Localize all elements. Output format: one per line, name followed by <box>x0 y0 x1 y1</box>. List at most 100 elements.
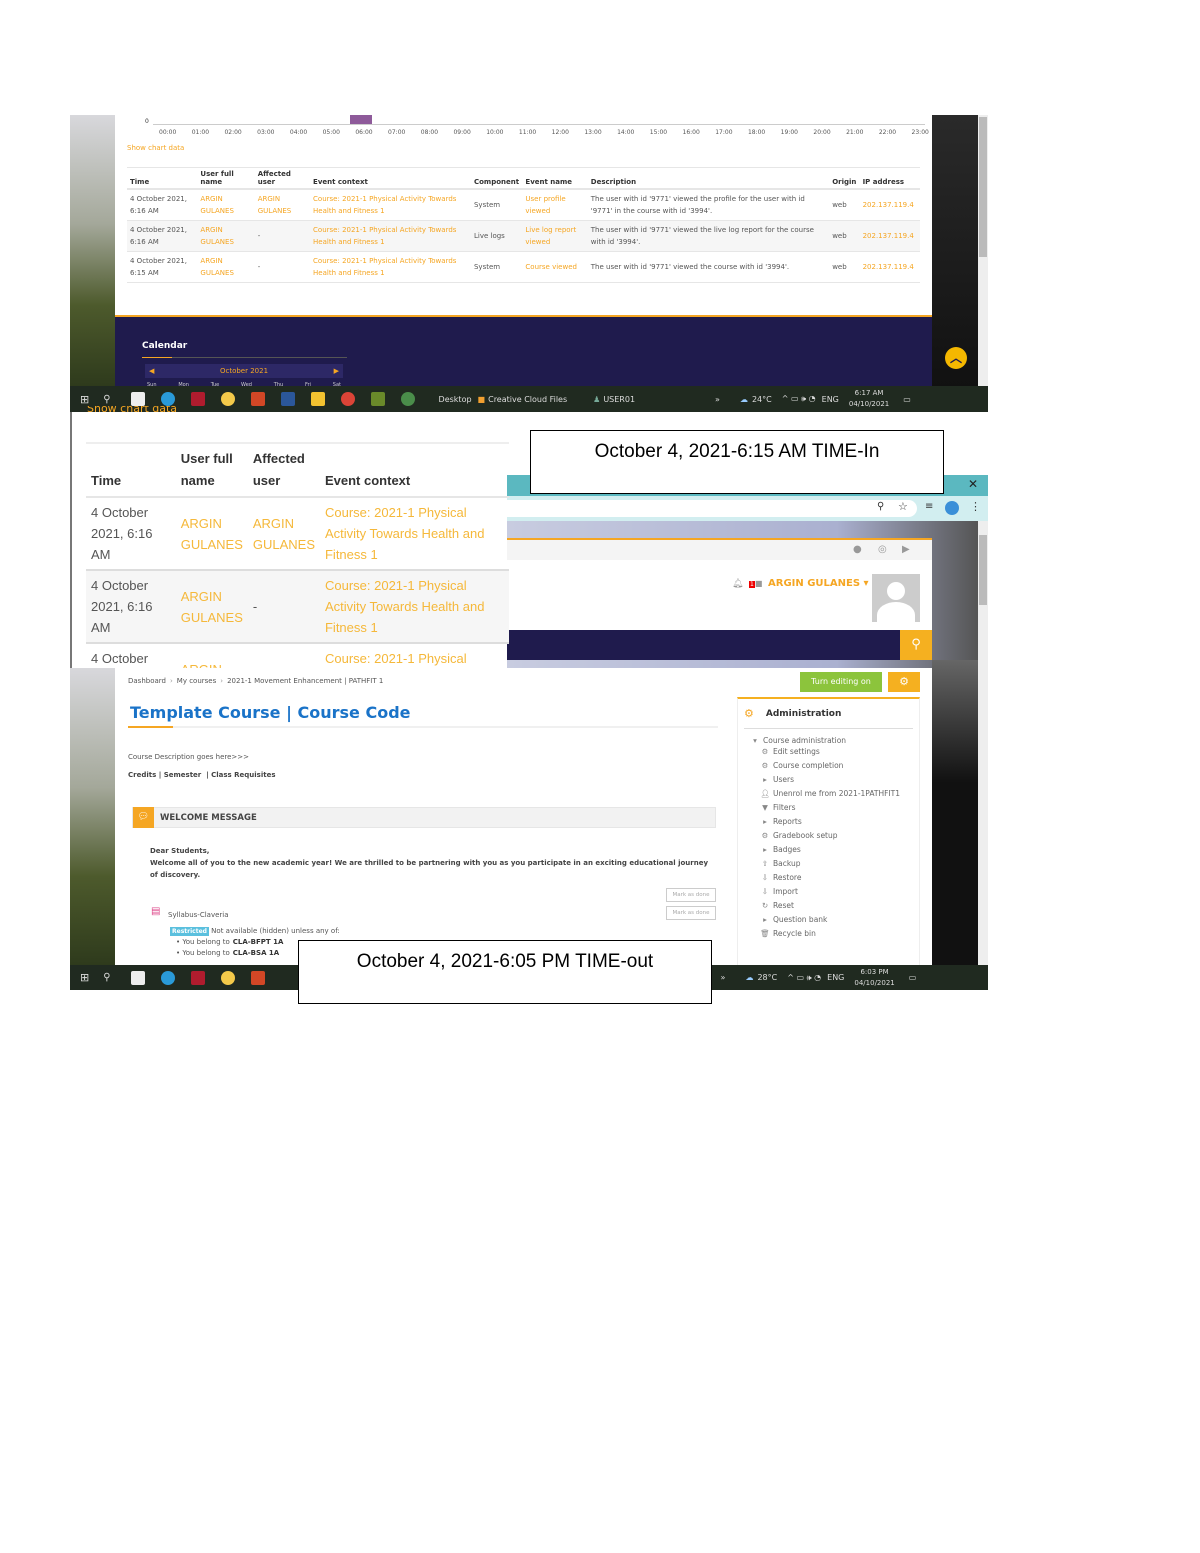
admin-item-course-completion[interactable]: ⚙ Course completion <box>760 759 919 773</box>
close-window-button[interactable]: ✕ <box>968 477 978 491</box>
cell-context[interactable]: Course: 2021-1 Physical Activity Towards… <box>319 570 509 644</box>
notification-icon[interactable]: ▭ <box>903 395 911 404</box>
chrome-profile-icon[interactable] <box>400 392 415 406</box>
cell-affected[interactable]: ARGIN GULANES <box>254 189 311 221</box>
section-header[interactable]: 💬︎ WELCOME MESSAGE <box>132 807 716 828</box>
search-button[interactable]: ⚲ <box>900 630 932 660</box>
cell-user[interactable]: ARGIN GULANES <box>175 570 248 644</box>
language-indicator[interactable]: ENG <box>827 973 844 982</box>
breadcrumb-item[interactable]: Dashboard <box>128 677 166 685</box>
column-header-user[interactable]: User full name <box>175 444 248 498</box>
store-icon[interactable] <box>130 970 145 985</box>
word-icon[interactable] <box>280 392 295 406</box>
column-header-context[interactable]: Event context <box>310 168 471 190</box>
column-header-time[interactable]: Time <box>127 168 198 190</box>
youtube-icon[interactable]: ▶ <box>902 544 910 555</box>
admin-item-users[interactable]: ▸ Users <box>760 773 919 787</box>
overflow-chevron[interactable]: » <box>715 395 720 404</box>
weather-temp[interactable]: 28°C <box>757 973 777 982</box>
cell-ip[interactable]: 202.137.119.4 <box>859 220 920 252</box>
admin-item-filters[interactable]: ▼ Filters <box>760 801 919 815</box>
cell-ip[interactable]: 202.137.119.4 <box>859 189 920 221</box>
profile-avatar[interactable] <box>945 501 959 515</box>
scrollbar[interactable] <box>978 115 988 387</box>
breadcrumb-item[interactable]: 2021-1 Movement Enhancement | PATHFIT 1 <box>227 677 383 685</box>
column-header-affected[interactable]: Affected user <box>247 444 320 498</box>
column-header-component[interactable]: Component <box>470 168 523 190</box>
admin-item-question-bank[interactable]: ▸ Question bank <box>760 913 919 927</box>
mark-as-done-button[interactable]: Mark as done <box>666 888 716 902</box>
prev-month-button[interactable]: ◀ <box>149 367 154 375</box>
bookmark-star-icon[interactable]: ☆ <box>898 500 908 513</box>
start-button[interactable]: ⊞ <box>80 971 89 984</box>
language-indicator[interactable]: ENG <box>822 395 839 404</box>
admin-item-recycle-bin[interactable]: 🗑︎ Recycle bin <box>760 927 919 941</box>
column-header-origin[interactable]: Origin <box>829 168 860 190</box>
breadcrumb-item[interactable]: My courses <box>177 677 216 685</box>
creative-cloud-files[interactable]: Creative Cloud Files <box>488 395 567 404</box>
admin-item-import[interactable]: ⇩ Import <box>760 885 919 899</box>
cell-event[interactable]: Live log report viewed <box>522 220 588 252</box>
start-button[interactable]: ⊞ <box>80 393 89 406</box>
clock[interactable]: 6:03 PM 04/10/2021 <box>854 967 894 989</box>
admin-item-badges[interactable]: ▸ Badges <box>760 843 919 857</box>
zoom-icon[interactable]: ⚲ <box>877 501 884 512</box>
app-icon[interactable] <box>190 970 205 985</box>
scrollbar[interactable] <box>978 521 988 966</box>
facebook-icon[interactable]: ● <box>853 544 862 555</box>
column-header-ip[interactable]: IP address <box>859 168 920 190</box>
messages-icon[interactable]: 1■ <box>749 579 762 588</box>
cell-ip[interactable]: 202.137.119.4 <box>859 251 920 283</box>
cell-context[interactable]: Course: 2021-1 Physical Activity Towards… <box>310 220 471 252</box>
edge-icon[interactable] <box>160 970 175 985</box>
search-icon[interactable]: ⚲ <box>103 394 110 405</box>
column-header-user[interactable]: User full name <box>197 168 255 190</box>
mark-as-done-button[interactable]: Mark as done <box>666 906 716 920</box>
notification-icon[interactable]: ▭ <box>909 973 917 982</box>
cell-user[interactable]: ARGIN GULANES <box>197 220 255 252</box>
tray-icons[interactable]: ^ ▭ 🕪 ◔ <box>787 973 821 983</box>
admin-item-reset[interactable]: ↻ Reset <box>760 899 919 913</box>
back-to-top-button[interactable]: ︿ <box>945 347 967 369</box>
address-bar[interactable] <box>507 500 917 517</box>
browser-menu-icon[interactable]: ⋮ <box>970 500 981 513</box>
weather-temp[interactable]: 24°C <box>752 395 772 404</box>
show-chart-data-link[interactable]: Show chart data <box>87 406 177 416</box>
chrome-icon[interactable] <box>340 392 355 406</box>
app-icon[interactable] <box>220 392 235 406</box>
user-menu[interactable]: ARGIN GULANES ▾ <box>768 578 869 589</box>
app-icon[interactable] <box>190 392 205 406</box>
cell-user[interactable]: ARGIN GULANES <box>197 189 255 221</box>
reading-list-icon[interactable]: ≡ <box>925 501 933 512</box>
show-chart-data-link[interactable]: Show chart data <box>127 144 184 152</box>
syllabus-link[interactable]: Syllabus-Claveria <box>168 911 229 919</box>
clock[interactable]: 6:17 AM 04/10/2021 <box>849 388 889 410</box>
edge-icon[interactable] <box>160 392 175 406</box>
cell-context[interactable]: Course: 2021-1 Physical Activity Towards… <box>310 189 471 221</box>
column-header-description[interactable]: Description <box>587 168 830 190</box>
search-icon[interactable]: ⚲ <box>103 972 110 983</box>
instagram-icon[interactable]: ◎ <box>878 544 887 555</box>
user-folder[interactable]: USER01 <box>603 395 635 404</box>
cell-user[interactable]: ARGIN GULANES <box>197 251 255 283</box>
admin-item-restore[interactable]: ⇩ Restore <box>760 871 919 885</box>
tray-icons[interactable]: ^ ▭ 🕪 ◔ <box>782 394 816 404</box>
turn-editing-on-button[interactable]: Turn editing on <box>800 672 882 692</box>
app-icon[interactable] <box>220 970 235 985</box>
admin-item-reports[interactable]: ▸ Reports <box>760 815 919 829</box>
settings-gear-button[interactable]: ⚙ <box>888 672 920 692</box>
admin-item-gradebook-setup[interactable]: ⚙ Gradebook setup <box>760 829 919 843</box>
next-month-button[interactable]: ▶ <box>334 367 339 375</box>
admin-item-backup[interactable]: ⇧ Backup <box>760 857 919 871</box>
column-header-affected[interactable]: Affected user <box>254 168 311 190</box>
store-icon[interactable] <box>130 392 145 406</box>
overflow-chevron[interactable]: » <box>721 973 726 982</box>
cell-context[interactable]: Course: 2021-1 Physical Activity Towards… <box>319 497 509 571</box>
cell-event[interactable]: Course viewed <box>522 251 588 283</box>
app-icon[interactable] <box>370 392 385 406</box>
cell-user[interactable]: ARGIN GULANES <box>175 497 248 571</box>
cell-context[interactable]: Course: 2021-1 Physical Activity Towards… <box>310 251 471 283</box>
admin-item-unenrol-me-from-2021-1pathfit1[interactable]: 👤︎ Unenrol me from 2021-1PATHFIT1 <box>760 787 919 801</box>
column-header-context[interactable]: Event context <box>319 444 509 498</box>
user-avatar[interactable] <box>872 574 920 622</box>
